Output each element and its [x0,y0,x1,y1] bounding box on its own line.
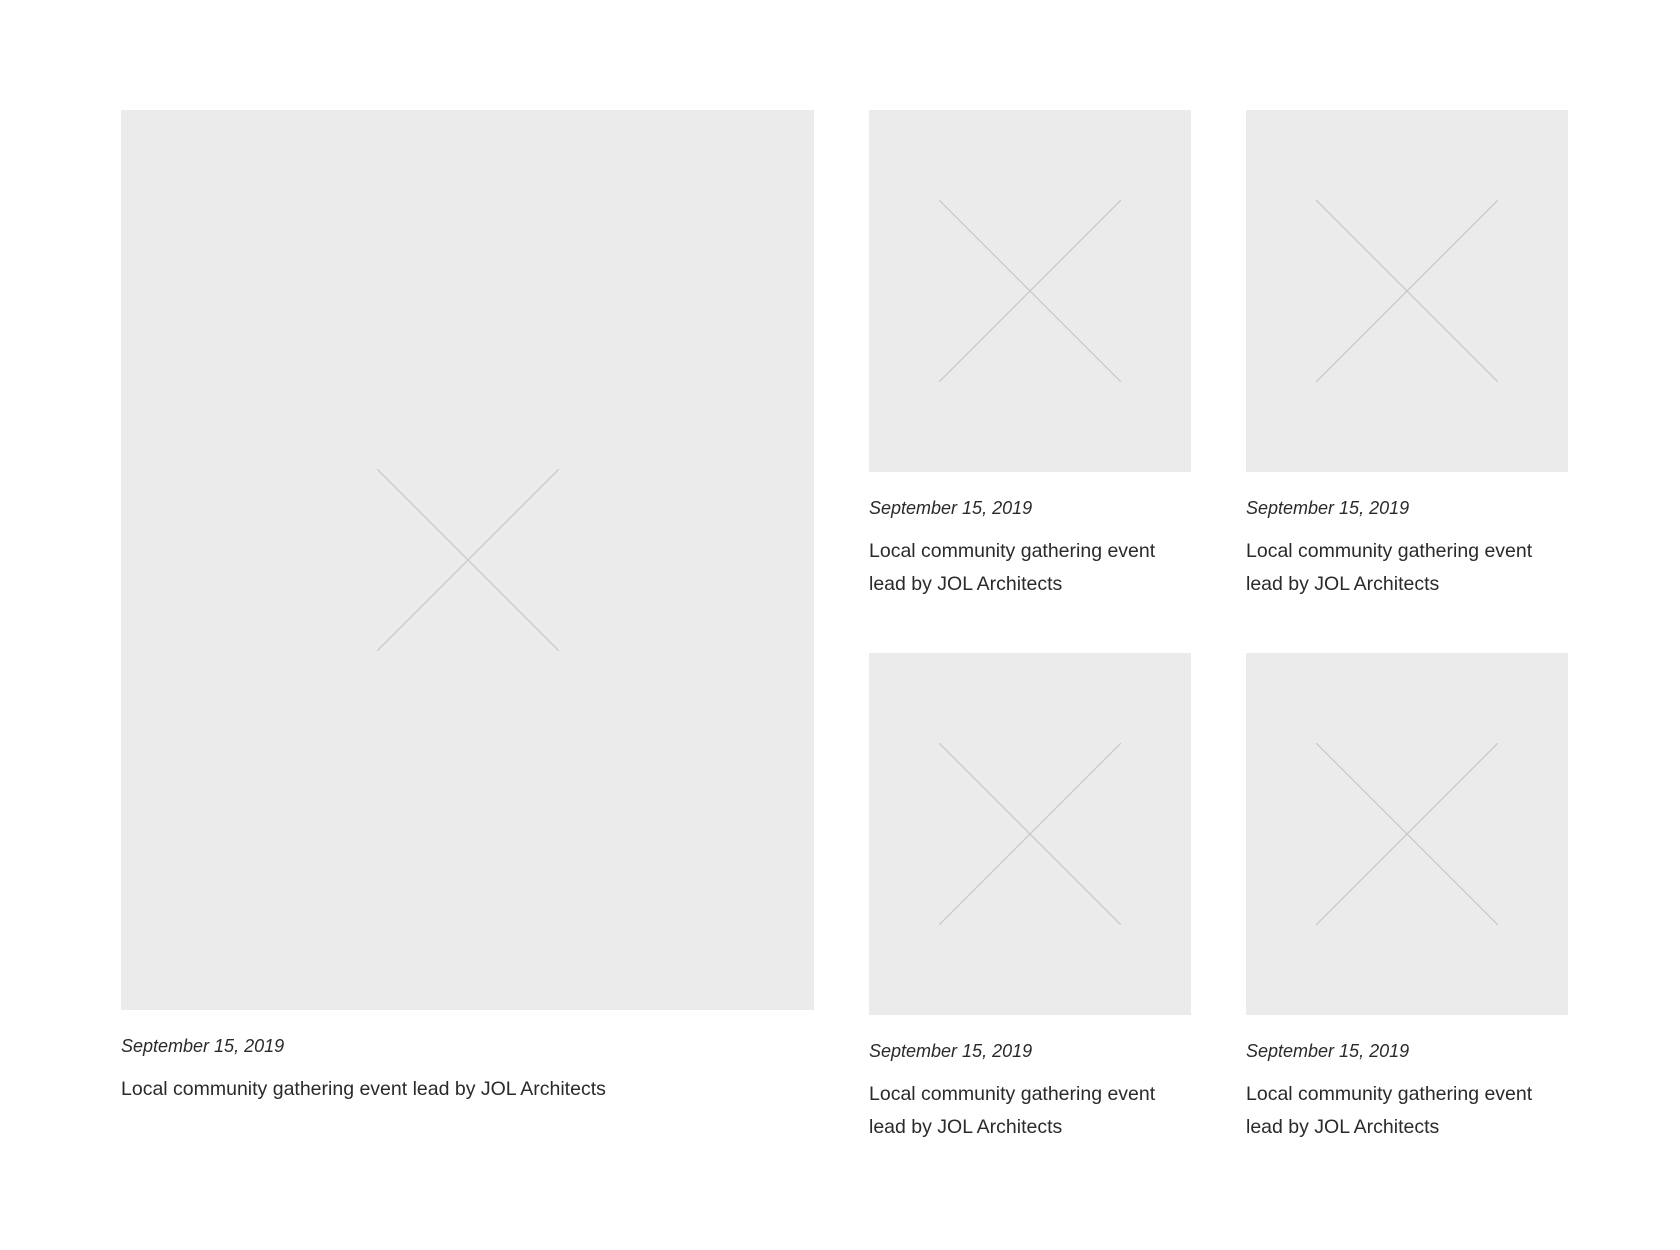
image-placeholder-x-icon [376,469,559,651]
image-placeholder-x-icon [939,743,1121,925]
card-image-placeholder[interactable] [869,110,1191,472]
card-title-link[interactable]: Local community gathering event lead by … [869,535,1191,601]
news-card[interactable]: September 15, 2019 Local community gathe… [1246,653,1568,1144]
image-placeholder-x-icon [1316,200,1498,382]
news-card-featured[interactable]: September 15, 2019 Local community gathe… [121,110,814,1106]
card-image-placeholder[interactable] [121,110,814,1010]
news-card[interactable]: September 15, 2019 Local community gathe… [869,110,1191,601]
card-title-link[interactable]: Local community gathering event lead by … [869,1078,1191,1144]
card-title-link[interactable]: Local community gathering event lead by … [121,1073,814,1106]
image-placeholder-x-icon [1316,743,1498,925]
card-date: September 15, 2019 [1246,498,1410,518]
card-image-placeholder[interactable] [1246,653,1568,1015]
card-image-placeholder[interactable] [1246,110,1568,472]
card-date: September 15, 2019 [121,1036,285,1056]
image-placeholder-x-icon [939,200,1121,382]
news-card[interactable]: September 15, 2019 Local community gathe… [1246,110,1568,601]
card-title-link[interactable]: Local community gathering event lead by … [1246,1078,1568,1144]
card-image-placeholder[interactable] [869,653,1191,1015]
card-date: September 15, 2019 [869,1041,1033,1061]
card-title-link[interactable]: Local community gathering event lead by … [1246,535,1568,601]
card-date: September 15, 2019 [869,498,1033,518]
card-date: September 15, 2019 [1246,1041,1410,1061]
news-card[interactable]: September 15, 2019 Local community gathe… [869,653,1191,1144]
